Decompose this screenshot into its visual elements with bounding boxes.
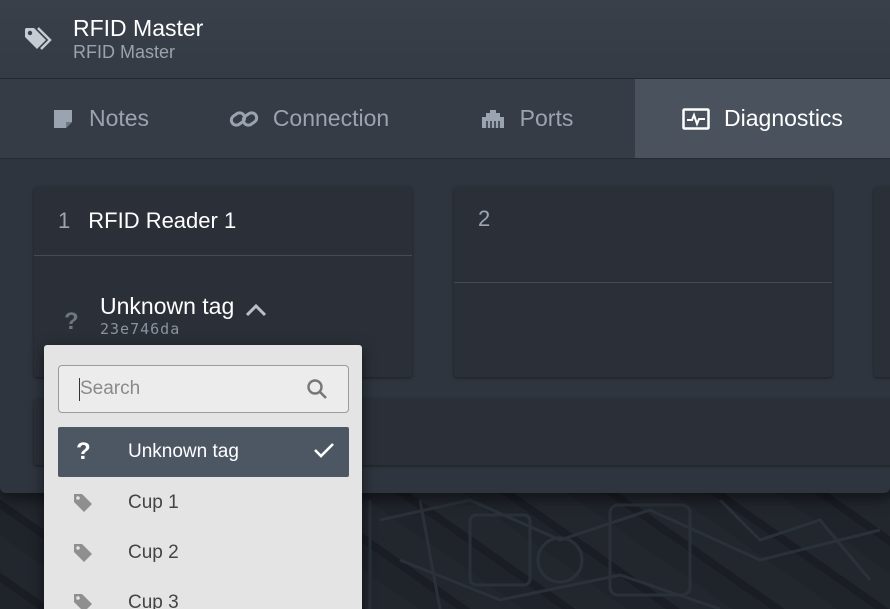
check-icon (313, 441, 335, 465)
app-subtitle: RFID Master (73, 42, 176, 62)
panel-number: 1 (58, 208, 71, 233)
option-label: Unknown tag (128, 441, 239, 462)
app-header: RFID Master RFID Master (0, 0, 890, 79)
text-caret (79, 378, 80, 401)
tab-notes[interactable]: Notes (0, 79, 200, 158)
unknown-tag-icon: ? (64, 308, 79, 335)
option-unknown-tag[interactable]: ? Unknown tag (58, 427, 349, 477)
tags-icon (22, 23, 54, 55)
tab-bar: Notes Connection Ports Diagnostics (0, 79, 890, 159)
option-cup-2[interactable]: Cup 2 (58, 528, 349, 578)
chevron-up-icon[interactable] (244, 302, 268, 338)
tab-connection[interactable]: Connection (200, 79, 418, 158)
tag-selector[interactable]: ? Unknown tag 23e746da (64, 292, 268, 338)
tag-id: 23e746da (100, 320, 181, 338)
panel-name: RFID Reader 1 (88, 208, 237, 233)
tag-icon (72, 492, 128, 514)
unknown-icon: ? (76, 438, 91, 465)
tab-label: Diagnostics (724, 105, 843, 131)
tab-diagnostics[interactable]: Diagnostics (635, 79, 890, 158)
search-icon[interactable] (306, 378, 328, 405)
tab-label: Notes (88, 105, 150, 131)
option-cup-3[interactable]: Cup 3 (58, 578, 349, 609)
tag-icon (72, 542, 128, 564)
search-box (58, 365, 349, 413)
panel-number: 2 (478, 206, 491, 231)
option-cup-1[interactable]: Cup 1 (58, 478, 349, 528)
tag-dropdown: ? Unknown tag Cup 1 Cup 2 Cup 3 (44, 345, 362, 609)
link-icon (229, 107, 259, 131)
tab-ports[interactable]: Ports (418, 79, 635, 158)
panel-header: 2 (454, 187, 832, 283)
monitor-pulse-icon (682, 107, 710, 130)
option-label: Cup 3 (128, 592, 179, 609)
tab-label: Connection (272, 105, 390, 131)
note-icon (51, 107, 75, 131)
app-title: RFID Master (73, 15, 204, 41)
tag-icon (72, 592, 128, 609)
search-input[interactable] (59, 366, 299, 412)
panel-header: 1 RFID Reader 1 (34, 187, 412, 256)
tab-label: Ports (519, 105, 574, 131)
tag-name: Unknown tag (100, 293, 235, 319)
reader-panel-3 (874, 187, 890, 377)
option-label: Cup 1 (128, 492, 179, 513)
ethernet-port-icon (480, 108, 506, 130)
reader-panel-2: 2 (454, 187, 832, 377)
option-label: Cup 2 (128, 542, 179, 563)
